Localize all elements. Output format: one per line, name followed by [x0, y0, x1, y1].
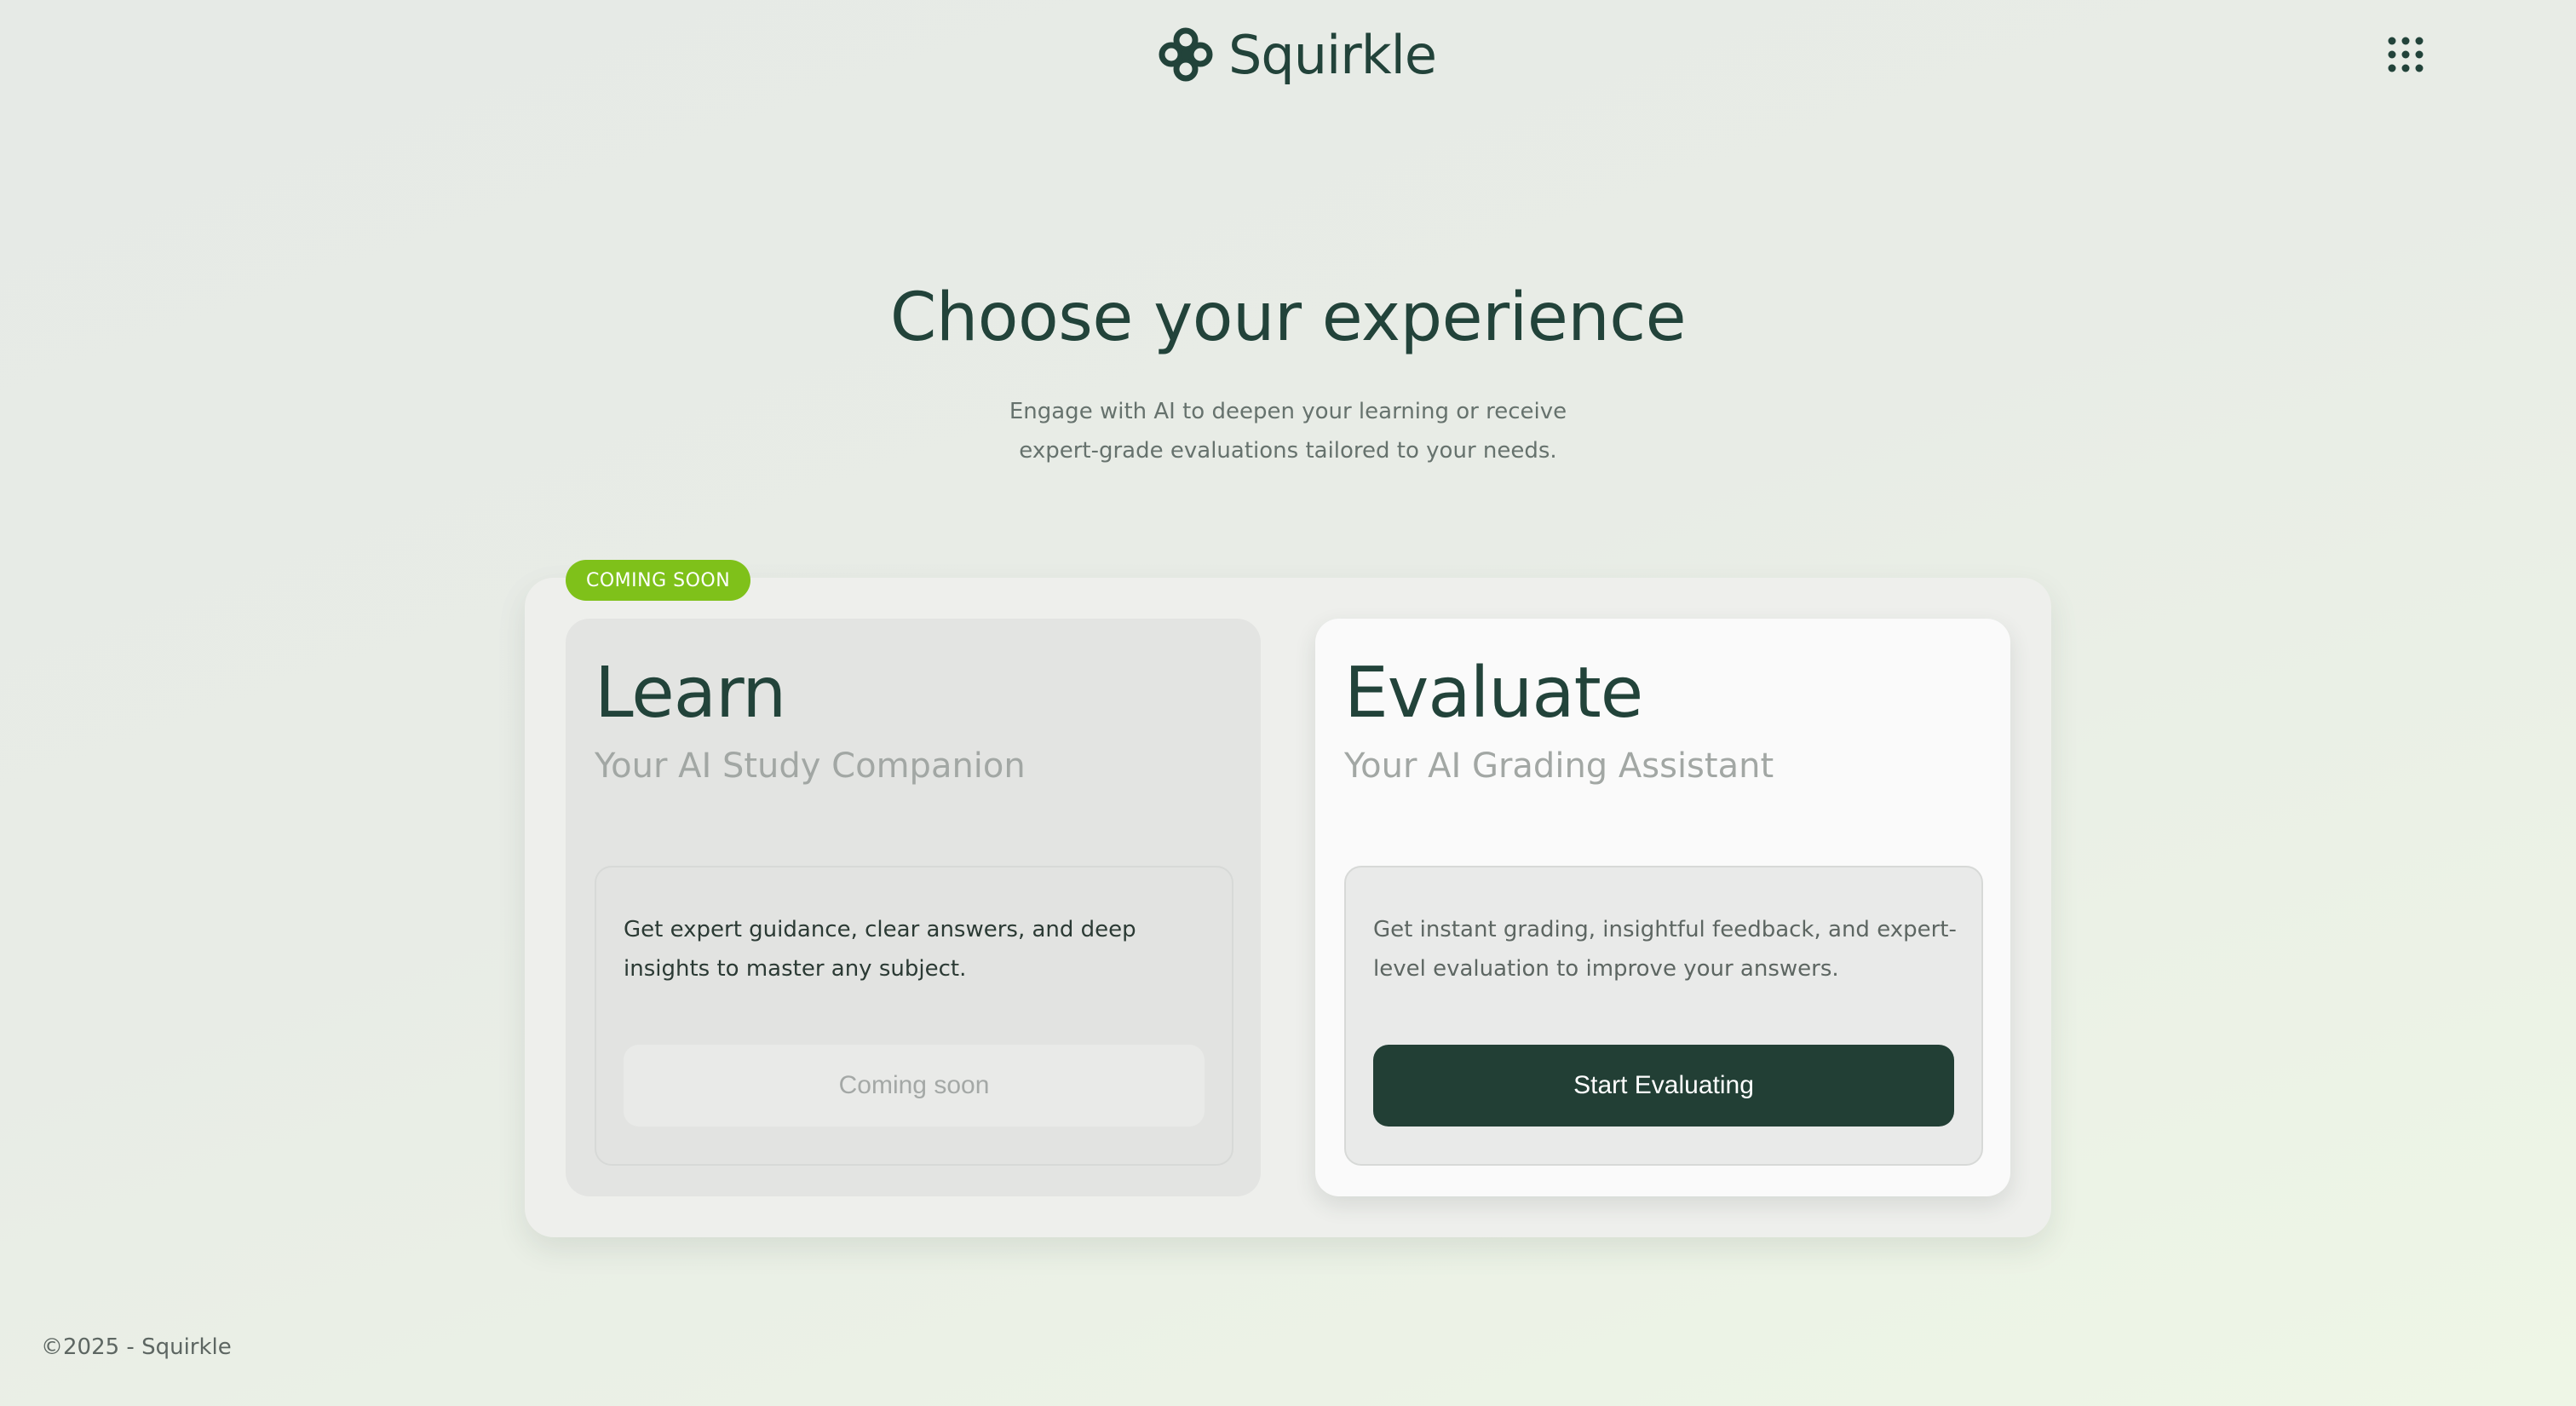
start-evaluating-button[interactable]: Start Evaluating: [1373, 1045, 1954, 1127]
coming-soon-badge: COMING SOON: [566, 560, 751, 601]
learn-card: Learn Your AI Study Companion Get expert…: [566, 619, 1261, 1196]
footer-copyright: ©2025 - Squirkle: [41, 1334, 232, 1360]
logo[interactable]: Squirkle: [1157, 23, 1437, 86]
page-subtitle-line-2: expert-grade evaluations tailored to you…: [1019, 438, 1557, 464]
evaluate-card-title: Evaluate: [1344, 653, 1643, 734]
learn-card-subtitle: Your AI Study Companion: [595, 746, 1026, 786]
evaluate-card-body: Get instant grading, insightful feedback…: [1344, 866, 1983, 1166]
page-subtitle-line-1: Engage with AI to deepen your learning o…: [1009, 399, 1567, 424]
apps-menu-button[interactable]: [2385, 34, 2426, 75]
page-subtitle: Engage with AI to deepen your learning o…: [971, 392, 1605, 470]
page-title: Choose your experience: [889, 279, 1687, 356]
coming-soon-button: Coming soon: [624, 1045, 1205, 1127]
learn-card-description: Get expert guidance, clear answers, and …: [624, 917, 1136, 982]
evaluate-card-description: Get instant grading, insightful feedback…: [1373, 917, 1957, 982]
evaluate-card-subtitle: Your AI Grading Assistant: [1344, 746, 1774, 786]
grid-dots-icon: [2388, 37, 2424, 72]
evaluate-card[interactable]: Evaluate Your AI Grading Assistant Get i…: [1315, 619, 2010, 1196]
learn-card-title: Learn: [595, 653, 786, 734]
logo-text: Squirkle: [1228, 23, 1437, 86]
squirkle-flower-icon: [1159, 27, 1213, 82]
learn-card-body: Get expert guidance, clear answers, and …: [595, 866, 1233, 1166]
header: Squirkle: [0, 0, 2576, 109]
